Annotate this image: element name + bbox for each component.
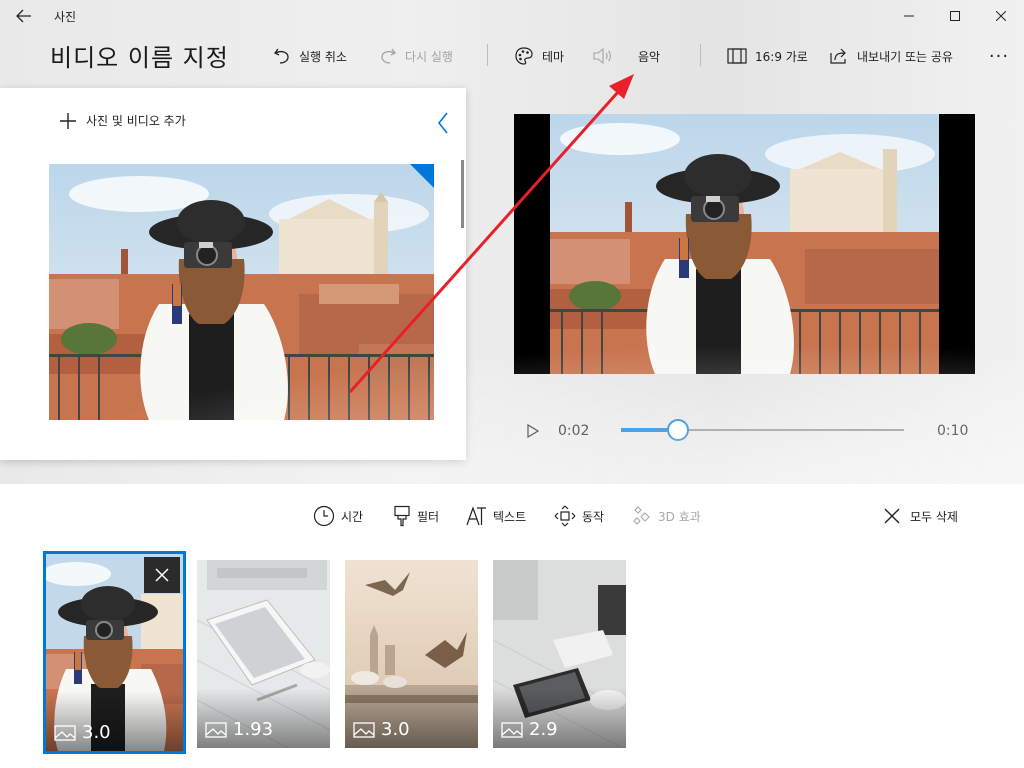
- page-title[interactable]: 비디오 이름 지정: [50, 38, 229, 73]
- minimize-icon: [904, 15, 914, 17]
- plus-icon: [60, 112, 76, 129]
- minimize-button[interactable]: [886, 0, 932, 32]
- seek-slider[interactable]: [621, 418, 904, 442]
- card-duration-text: 3.0: [82, 722, 111, 743]
- 3d-effects-icon: [633, 506, 650, 525]
- maximize-button[interactable]: [932, 0, 978, 32]
- card-duration: 2.9: [501, 719, 558, 740]
- image-icon: [353, 721, 375, 738]
- storyboard-card[interactable]: 2.9: [493, 560, 626, 748]
- toolbar-divider: [487, 44, 488, 66]
- card-duration: 3.0: [54, 722, 111, 743]
- clock-icon: [313, 505, 335, 527]
- video-preview[interactable]: [514, 114, 975, 374]
- speaker-icon: [593, 47, 611, 65]
- card-duration-text: 1.93: [233, 719, 274, 740]
- remove-all-button[interactable]: 모두 삭제: [884, 503, 958, 529]
- music-label: 음악: [638, 49, 661, 64]
- card-thumbnail: 2.9: [493, 560, 626, 748]
- aspect-ratio-button[interactable]: 16:9 가로: [727, 42, 808, 70]
- 3d-effects-label: 3D 효과: [658, 509, 701, 524]
- remove-card-button[interactable]: [144, 557, 180, 593]
- card-thumbnail: 3.0: [345, 560, 478, 748]
- filter-label: 필터: [417, 509, 440, 524]
- photographer-photo: [550, 114, 939, 374]
- library-item-photo[interactable]: [49, 164, 434, 420]
- music-button[interactable]: 음악: [592, 42, 660, 70]
- brush-icon: [394, 505, 410, 527]
- seek-thumb[interactable]: [666, 419, 689, 441]
- card-duration: 3.0: [353, 719, 410, 740]
- card-thumbnail: 3.0: [46, 554, 183, 751]
- motion-label: 동작: [582, 509, 605, 524]
- undo-label: 실행 취소: [299, 49, 347, 64]
- selected-indicator: [410, 164, 434, 188]
- current-time: 0:02: [558, 423, 590, 439]
- window-title: 사진: [54, 9, 77, 24]
- chevron-left-icon: [437, 112, 448, 134]
- image-icon: [501, 721, 523, 738]
- maximize-icon: [950, 11, 960, 21]
- text-icon: [466, 506, 486, 526]
- storyboard-card[interactable]: 1.93: [197, 560, 330, 748]
- card-thumbnail: 1.93: [197, 560, 330, 748]
- window-controls: [886, 0, 1024, 32]
- duration-button[interactable]: 시간: [313, 503, 363, 529]
- close-icon: [884, 508, 900, 524]
- card-duration-text: 3.0: [381, 719, 410, 740]
- motion-button[interactable]: 동작: [554, 503, 604, 529]
- card-duration: 1.93: [205, 719, 273, 740]
- project-library-panel: 사진 및 비디오 추가: [0, 88, 466, 460]
- close-window-button[interactable]: [978, 0, 1024, 32]
- undo-button[interactable]: 실행 취소: [273, 42, 347, 70]
- aspect-ratio-icon: [727, 48, 747, 64]
- duration-label: 시간: [341, 509, 364, 524]
- play-button[interactable]: [522, 420, 544, 442]
- more-icon: ···: [988, 45, 1010, 67]
- image-icon: [54, 724, 76, 741]
- theme-label: 테마: [542, 49, 565, 64]
- photographer-photo: [49, 164, 434, 420]
- export-share-label: 내보내기 또는 공유: [857, 49, 953, 64]
- share-icon: [830, 48, 846, 64]
- title-bar: 사진: [0, 0, 1024, 32]
- close-icon: [996, 11, 1006, 21]
- motion-icon: [554, 505, 576, 527]
- storyboard-card[interactable]: 3.0: [345, 560, 478, 748]
- total-time: 0:10: [937, 423, 969, 439]
- redo-label: 다시 실행: [405, 49, 453, 64]
- collapse-library-button[interactable]: [432, 110, 454, 136]
- back-button[interactable]: [0, 0, 48, 32]
- more-options-button[interactable]: ···: [986, 42, 1012, 70]
- 3d-effects-button[interactable]: 3D 효과: [632, 503, 701, 529]
- redo-button[interactable]: 다시 실행: [379, 42, 453, 70]
- editor-top-area: 사진 비디오 이름 지정 실행 취소 다시 실행 테마 음악 16:9 가로 내…: [0, 0, 1024, 484]
- text-label: 텍스트: [493, 509, 527, 524]
- palette-icon: [515, 47, 533, 65]
- card-duration-text: 2.9: [529, 719, 558, 740]
- theme-button[interactable]: 테마: [514, 42, 564, 70]
- text-button[interactable]: 텍스트: [465, 503, 526, 529]
- preview-frame: [550, 114, 939, 374]
- toolbar-divider: [700, 44, 701, 66]
- aspect-ratio-label: 16:9 가로: [755, 49, 808, 64]
- redo-icon: [381, 48, 396, 64]
- undo-icon: [274, 48, 289, 64]
- filter-button[interactable]: 필터: [393, 503, 439, 529]
- export-share-button[interactable]: 내보내기 또는 공유: [829, 42, 953, 70]
- image-icon: [205, 721, 227, 738]
- add-photos-videos-button[interactable]: 사진 및 비디오 추가: [60, 112, 186, 129]
- close-icon: [155, 568, 169, 582]
- library-scrollbar[interactable]: [461, 160, 464, 228]
- add-photos-videos-label: 사진 및 비디오 추가: [86, 114, 186, 128]
- storyboard-card[interactable]: 3.0: [43, 551, 186, 754]
- remove-all-label: 모두 삭제: [910, 509, 958, 524]
- back-arrow-icon: [16, 9, 31, 23]
- play-icon: [527, 424, 539, 438]
